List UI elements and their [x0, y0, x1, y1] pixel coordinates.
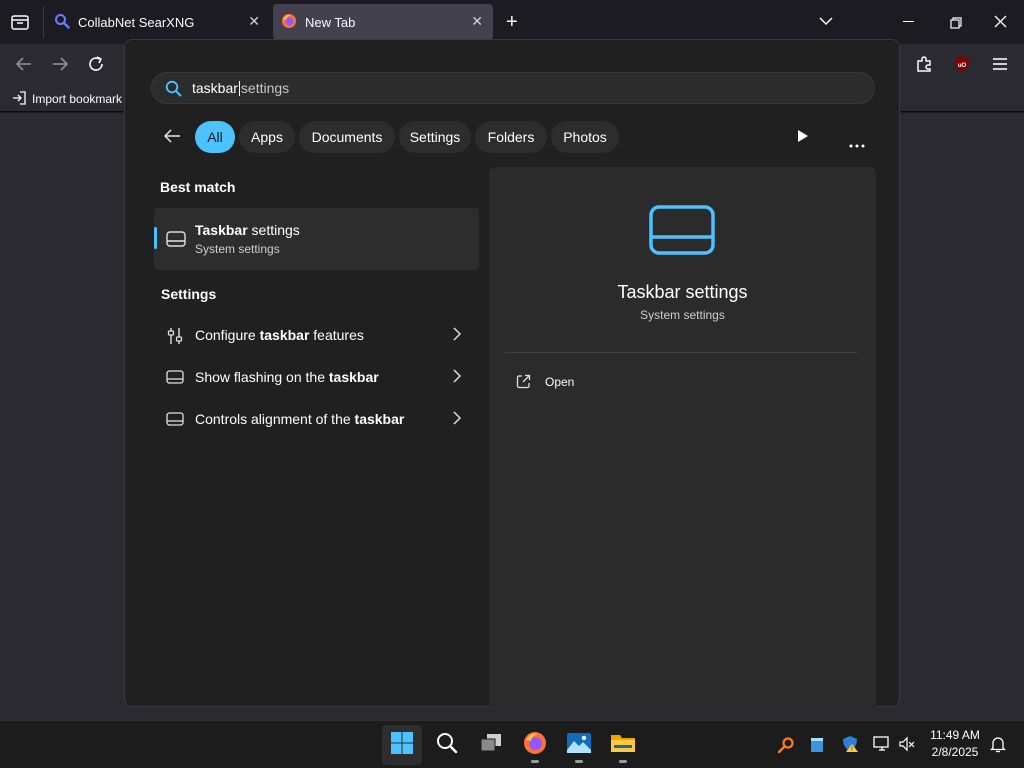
new-tab-plus-icon[interactable]: + — [506, 11, 518, 34]
setting-controls-alignment-taskbar[interactable]: Controls alignment of the taskbar — [154, 399, 479, 439]
firefox-icon — [523, 731, 547, 760]
minimize-icon[interactable] — [903, 21, 914, 22]
preview-title: Taskbar settings — [617, 282, 748, 302]
windows-taskbar: ! 11:49 AM 2/8/2025 — [0, 720, 1024, 768]
window-close-icon[interactable] — [994, 15, 1007, 33]
running-indicator — [619, 760, 627, 763]
taskbar-icon — [166, 370, 184, 389]
search-input[interactable]: taskbar settings — [151, 72, 875, 104]
filter-settings[interactable]: Settings — [399, 121, 471, 153]
taskbar-search-button[interactable] — [427, 725, 467, 765]
tab-searxng[interactable]: CollabNet SearXNG ✕ — [46, 4, 270, 40]
best-match-heading: Best match — [160, 179, 236, 195]
tray-volume-muted-icon[interactable] — [899, 736, 915, 757]
filter-apps[interactable]: Apps — [239, 121, 295, 153]
start-button[interactable] — [382, 725, 422, 765]
menu-hamburger-icon[interactable] — [992, 57, 1008, 76]
system-clock[interactable]: 11:49 AM 2/8/2025 — [916, 727, 994, 761]
best-match-result[interactable]: Taskbar settings System settings — [154, 208, 479, 270]
search-icon — [165, 80, 182, 100]
setting-show-flashing-on-taskbar[interactable]: Show flashing on the taskbar — [154, 357, 479, 397]
settings-sliders-icon — [166, 327, 184, 350]
close-icon[interactable]: ✕ — [471, 13, 483, 30]
svg-text:uO: uO — [958, 63, 967, 69]
close-icon[interactable]: ✕ — [248, 13, 260, 30]
search-query-text: taskbar — [192, 80, 238, 96]
running-indicator — [531, 760, 539, 763]
tray-notes-icon[interactable] — [809, 736, 825, 759]
back-arrow-icon[interactable] — [15, 56, 33, 77]
taskbar-firefox[interactable] — [515, 725, 555, 765]
tab-separator — [43, 6, 44, 38]
result-preview-pane: Taskbar settings System settings Open — [489, 167, 876, 708]
setting-label: Configure taskbar features — [195, 327, 364, 343]
tray-key-icon[interactable] — [777, 736, 795, 759]
setting-label: Controls alignment of the taskbar — [195, 411, 405, 427]
tray-network-icon[interactable] — [873, 736, 891, 757]
filter-documents[interactable]: Documents — [299, 121, 395, 153]
text-caret — [238, 80, 240, 96]
import-icon — [12, 91, 26, 108]
ublock-origin-icon[interactable]: uO — [953, 55, 971, 78]
list-all-tabs-chevron-icon[interactable] — [818, 13, 834, 34]
taskbar-settings-large-icon — [649, 205, 715, 260]
chevron-right-icon — [453, 411, 462, 430]
browser-tab-bar: CollabNet SearXNG ✕ New Tab ✕ + — [0, 0, 1024, 44]
preview-divider — [505, 352, 857, 353]
clock-time: 11:49 AM — [930, 728, 980, 742]
best-match-subtitle: System settings — [195, 242, 280, 256]
task-view-button[interactable] — [471, 725, 511, 765]
best-match-title: Taskbar settings — [195, 222, 300, 240]
setting-configure-taskbar-features[interactable]: Configure taskbar features — [154, 315, 479, 355]
magnifier-icon — [54, 13, 70, 32]
start-search-flyout: taskbar settings All Apps Documents Sett… — [124, 39, 900, 708]
open-action[interactable]: Open — [505, 367, 857, 399]
import-bookmarks-link[interactable]: Import bookmark — [32, 92, 122, 106]
restore-icon[interactable] — [950, 16, 962, 34]
extensions-puzzle-icon[interactable] — [915, 55, 933, 78]
preview-subtitle: System settings — [640, 308, 725, 322]
taskbar-icon — [166, 412, 184, 431]
open-label: Open — [545, 375, 575, 389]
best-match-title-rest: settings — [247, 222, 300, 238]
clock-date: 2/8/2025 — [931, 745, 979, 759]
more-options-icon[interactable] — [849, 135, 865, 153]
settings-heading: Settings — [161, 286, 217, 302]
reload-icon[interactable] — [87, 55, 105, 78]
folder-icon — [610, 732, 636, 759]
tray-security-shield-icon[interactable]: ! — [841, 735, 859, 758]
back-arrow-icon[interactable] — [163, 128, 181, 149]
photos-app-icon — [566, 732, 592, 759]
best-match-title-bold: Taskbar — [195, 222, 248, 238]
tab-title: New Tab — [305, 14, 356, 30]
firefox-icon — [281, 13, 297, 32]
selection-accent — [154, 227, 157, 249]
running-indicator — [575, 760, 583, 763]
chevron-right-icon — [453, 327, 462, 346]
search-autocomplete-text: settings — [240, 80, 290, 96]
open-external-icon — [516, 374, 531, 394]
taskbar-photos-app[interactable] — [559, 725, 599, 765]
notifications-bell-icon[interactable] — [989, 735, 1007, 758]
setting-label: Show flashing on the taskbar — [195, 369, 379, 385]
tab-overview-icon[interactable] — [10, 12, 30, 37]
filter-photos[interactable]: Photos — [551, 121, 619, 153]
filter-folders[interactable]: Folders — [475, 121, 547, 153]
task-view-icon — [479, 732, 503, 759]
taskbar-settings-icon — [166, 231, 186, 252]
play-icon[interactable] — [797, 129, 809, 148]
forward-arrow-icon[interactable] — [51, 56, 69, 77]
taskbar-file-explorer[interactable] — [603, 725, 643, 765]
tab-new-tab[interactable]: New Tab ✕ — [273, 4, 493, 40]
chevron-right-icon — [453, 369, 462, 388]
search-icon — [436, 732, 458, 759]
filter-all[interactable]: All — [195, 121, 235, 153]
windows-logo-icon — [390, 731, 414, 760]
tab-title: CollabNet SearXNG — [78, 14, 195, 30]
